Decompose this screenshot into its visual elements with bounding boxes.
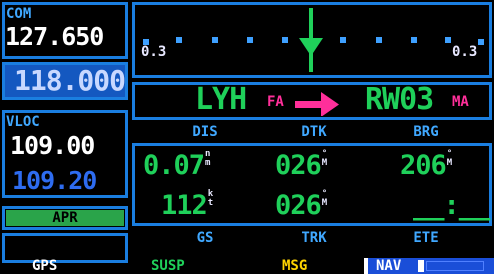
cdi-dot xyxy=(411,37,417,43)
brg-unit: ° M xyxy=(446,149,453,168)
to-waypoint-type: MA xyxy=(452,94,469,110)
com-label: COM xyxy=(6,6,32,22)
apr-annunciator: APR xyxy=(52,210,78,226)
com-active-frequency: 127.650 xyxy=(5,22,104,51)
cdi-dot xyxy=(376,37,382,43)
cdi-dot xyxy=(282,37,288,43)
cdi-dot xyxy=(340,37,346,43)
leg-arrow-icon xyxy=(295,92,339,116)
ete-value: __:__ xyxy=(413,190,490,221)
trk-unit: ° M xyxy=(321,189,328,208)
cdi-dot xyxy=(212,37,218,43)
brg-value: 206 xyxy=(400,150,447,181)
dis-field: 0.07n m xyxy=(143,149,211,182)
gs-unit: kt xyxy=(207,189,214,208)
nav-group-label: NAV xyxy=(376,258,402,274)
page-position-marker xyxy=(418,260,424,272)
page-position-track xyxy=(426,261,484,271)
cdi-scale-left: 0.3 xyxy=(141,44,167,60)
msg-annunciator[interactable]: MSG xyxy=(282,258,307,274)
dtk-field: 026° M xyxy=(275,149,328,182)
dis-label: DIS xyxy=(192,124,218,140)
vloc-active-frequency: 109.00 xyxy=(10,131,95,160)
to-arrow-icon xyxy=(299,38,323,56)
vloc-standby-frequency[interactable]: 109.20 xyxy=(12,166,97,195)
cdi-scale-right: 0.3 xyxy=(452,44,478,60)
dis-unit: nm xyxy=(205,149,211,168)
empty-annunciator-box xyxy=(2,233,128,263)
to-waypoint: RW03 xyxy=(365,82,434,117)
cdi-dot xyxy=(445,37,451,43)
dis-value: 0.07 xyxy=(143,150,205,181)
dtk-value: 026 xyxy=(275,150,322,181)
cdi-dot xyxy=(176,37,182,43)
brg-field: 206° M xyxy=(400,149,453,182)
dtk-unit: ° M xyxy=(321,149,328,168)
ete-label: ETE xyxy=(413,230,439,246)
gs-value: 112 xyxy=(161,190,208,221)
vloc-label: VLOC xyxy=(6,114,40,130)
gs-label: GS xyxy=(196,230,214,246)
trk-label: TRK xyxy=(301,230,327,246)
gps-mode-indicator: GPS xyxy=(32,258,58,274)
cdi-dot xyxy=(247,37,253,43)
from-waypoint: LYH xyxy=(195,82,247,117)
trk-value: 026 xyxy=(275,190,322,221)
from-waypoint-type: FA xyxy=(267,94,284,110)
trk-field: 026° M xyxy=(275,189,328,222)
com-standby-frequency[interactable]: 118.000 xyxy=(14,64,126,97)
brg-label: BRG xyxy=(413,124,439,140)
gs-field: 112k t xyxy=(161,189,214,222)
susp-annunciator: SUSP xyxy=(151,258,185,274)
dtk-label: DTK xyxy=(301,124,327,140)
cdi-dot xyxy=(478,39,484,45)
